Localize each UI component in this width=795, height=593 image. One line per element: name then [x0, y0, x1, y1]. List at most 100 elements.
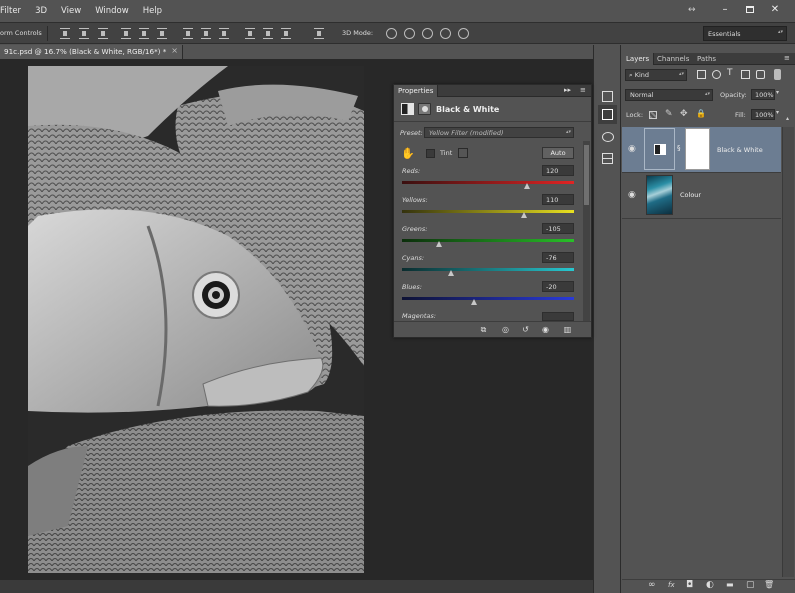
align-hcenter-icon[interactable]	[139, 28, 149, 39]
view-previous-icon[interactable]: ◎	[500, 324, 511, 335]
panel-menu-icon[interactable]: ≡	[784, 54, 790, 62]
slide-3d-icon[interactable]	[440, 28, 451, 39]
layers-scrollbar[interactable]: ▴	[782, 115, 794, 577]
tab-properties[interactable]: Properties	[394, 85, 439, 97]
minimize-button[interactable]: –	[713, 2, 737, 17]
cyans-slider-track[interactable]	[402, 268, 574, 271]
filter-kind-select[interactable]: ⌕ Kind	[625, 69, 687, 81]
tab-paths[interactable]: Paths	[693, 53, 720, 65]
properties-scrollbar[interactable]	[583, 141, 590, 321]
layer-name[interactable]: Black & White	[717, 146, 763, 154]
history-panel-button[interactable]	[598, 87, 617, 106]
fill-dropdown-icon[interactable]: ▾	[776, 109, 779, 116]
blues-slider-track[interactable]	[402, 297, 574, 300]
distribute-hcenter-icon[interactable]	[263, 28, 273, 39]
opacity-input[interactable]: 100%	[751, 89, 775, 100]
brush-panel-button[interactable]	[598, 127, 617, 146]
tab-channels[interactable]: Channels	[653, 53, 693, 65]
cyans-value-input[interactable]: -76	[542, 252, 574, 263]
close-icon[interactable]: ×	[171, 46, 178, 55]
roll-3d-icon[interactable]	[404, 28, 415, 39]
add-mask-icon[interactable]: ◘	[686, 580, 693, 590]
new-layer-icon[interactable]: ▢	[746, 580, 755, 590]
menu-view[interactable]: View	[54, 6, 88, 16]
lock-transparent-icon[interactable]	[649, 111, 657, 119]
align-vcenter-icon[interactable]	[79, 28, 89, 39]
tab-layers[interactable]: Layers	[622, 53, 655, 65]
new-adjustment-icon[interactable]: ◐	[706, 580, 714, 590]
visibility-icon[interactable]: ◉	[540, 324, 551, 335]
link-layers-icon[interactable]: ∞	[648, 580, 656, 590]
distribute-left-icon[interactable]	[245, 28, 255, 39]
scrollbar-thumb[interactable]	[584, 145, 589, 205]
filter-smart-icon[interactable]	[756, 70, 765, 79]
lock-position-icon[interactable]: ✥	[680, 109, 688, 119]
menu-help[interactable]: Help	[136, 6, 169, 16]
greens-value-input[interactable]: -105	[542, 223, 574, 234]
distribute-right-icon[interactable]	[281, 28, 291, 39]
yellows-slider-track[interactable]	[402, 210, 574, 213]
collapse-icon[interactable]: ▸▸	[564, 86, 571, 94]
layer-mask-thumbnail[interactable]	[685, 128, 710, 170]
align-top-icon[interactable]	[60, 28, 70, 39]
maximize-button[interactable]	[738, 2, 762, 17]
align-left-icon[interactable]	[121, 28, 131, 39]
mask-icon[interactable]	[418, 103, 431, 115]
greens-slider-thumb[interactable]	[436, 241, 443, 247]
distribute-top-icon[interactable]	[183, 28, 193, 39]
yellows-value-input[interactable]: 110	[542, 194, 574, 205]
align-right-icon[interactable]	[157, 28, 167, 39]
layer-row-black-white[interactable]: ◉ § Black & White	[622, 127, 781, 173]
hand-scrubby-icon[interactable]: ✋	[401, 147, 415, 160]
workspace-select[interactable]: Essentials	[703, 26, 787, 41]
tint-swatch[interactable]	[458, 148, 468, 158]
tint-checkbox[interactable]	[426, 149, 435, 158]
trash-icon[interactable]: ▥	[562, 324, 573, 335]
transform-controls-label[interactable]: orm Controls	[0, 29, 42, 37]
reds-slider-track[interactable]	[402, 181, 574, 184]
document-image[interactable]	[28, 66, 364, 573]
new-group-icon[interactable]: ▬	[726, 580, 734, 589]
fill-input[interactable]: 100%	[751, 109, 775, 120]
document-tab[interactable]: 91c.psd @ 16.7% (Black & White, RGB/16*)…	[0, 45, 183, 59]
distribute-bottom-icon[interactable]	[219, 28, 229, 39]
swatches-panel-button[interactable]	[598, 149, 617, 168]
opacity-dropdown-icon[interactable]: ▾	[776, 89, 779, 96]
auto-align-icon[interactable]	[314, 28, 324, 39]
scroll-up-icon[interactable]: ▴	[786, 115, 789, 122]
drag-3d-icon[interactable]	[422, 28, 433, 39]
delete-layer-icon[interactable]: 🗑	[764, 580, 774, 589]
reset-icon[interactable]: ↺	[520, 324, 531, 335]
magentas-value-input[interactable]	[542, 312, 574, 321]
distribute-vcenter-icon[interactable]	[201, 28, 211, 39]
horizontal-scrollbar[interactable]	[0, 580, 593, 593]
lock-image-icon[interactable]: ✎	[665, 109, 673, 119]
filter-type-icon[interactable]: T	[727, 68, 733, 78]
greens-slider-track[interactable]	[402, 239, 574, 242]
filter-toggle[interactable]	[774, 69, 781, 80]
close-button[interactable]: ✕	[763, 2, 787, 17]
scale-3d-icon[interactable]	[458, 28, 469, 39]
menu-window[interactable]: Window	[88, 6, 136, 16]
filter-adjustment-icon[interactable]	[712, 70, 721, 79]
menu-filter[interactable]: Filter	[0, 6, 28, 16]
blues-value-input[interactable]: -20	[542, 281, 574, 292]
preset-select[interactable]: Yellow Filter (modified)	[424, 127, 574, 138]
layer-name[interactable]: Colour	[680, 191, 701, 199]
eye-icon[interactable]: ◉	[628, 144, 636, 154]
cyans-slider-thumb[interactable]	[448, 270, 455, 276]
auto-button[interactable]: Auto	[542, 147, 574, 159]
reds-slider-thumb[interactable]	[524, 183, 531, 189]
eye-icon[interactable]: ◉	[628, 190, 636, 200]
lock-all-icon[interactable]: 🔒	[696, 109, 706, 118]
filter-shape-icon[interactable]	[741, 70, 750, 79]
layer-row-colour[interactable]: ◉ Colour	[622, 173, 781, 219]
blues-slider-thumb[interactable]	[470, 299, 477, 305]
blend-mode-select[interactable]: Normal	[625, 89, 713, 101]
yellows-slider-thumb[interactable]	[520, 212, 527, 218]
menu-3d[interactable]: 3D	[28, 6, 54, 16]
reds-value-input[interactable]: 120	[542, 165, 574, 176]
panel-menu-icon[interactable]: ≡	[580, 86, 586, 94]
properties-panel-button[interactable]	[598, 105, 617, 124]
clip-icon[interactable]: ⧉	[478, 324, 489, 335]
